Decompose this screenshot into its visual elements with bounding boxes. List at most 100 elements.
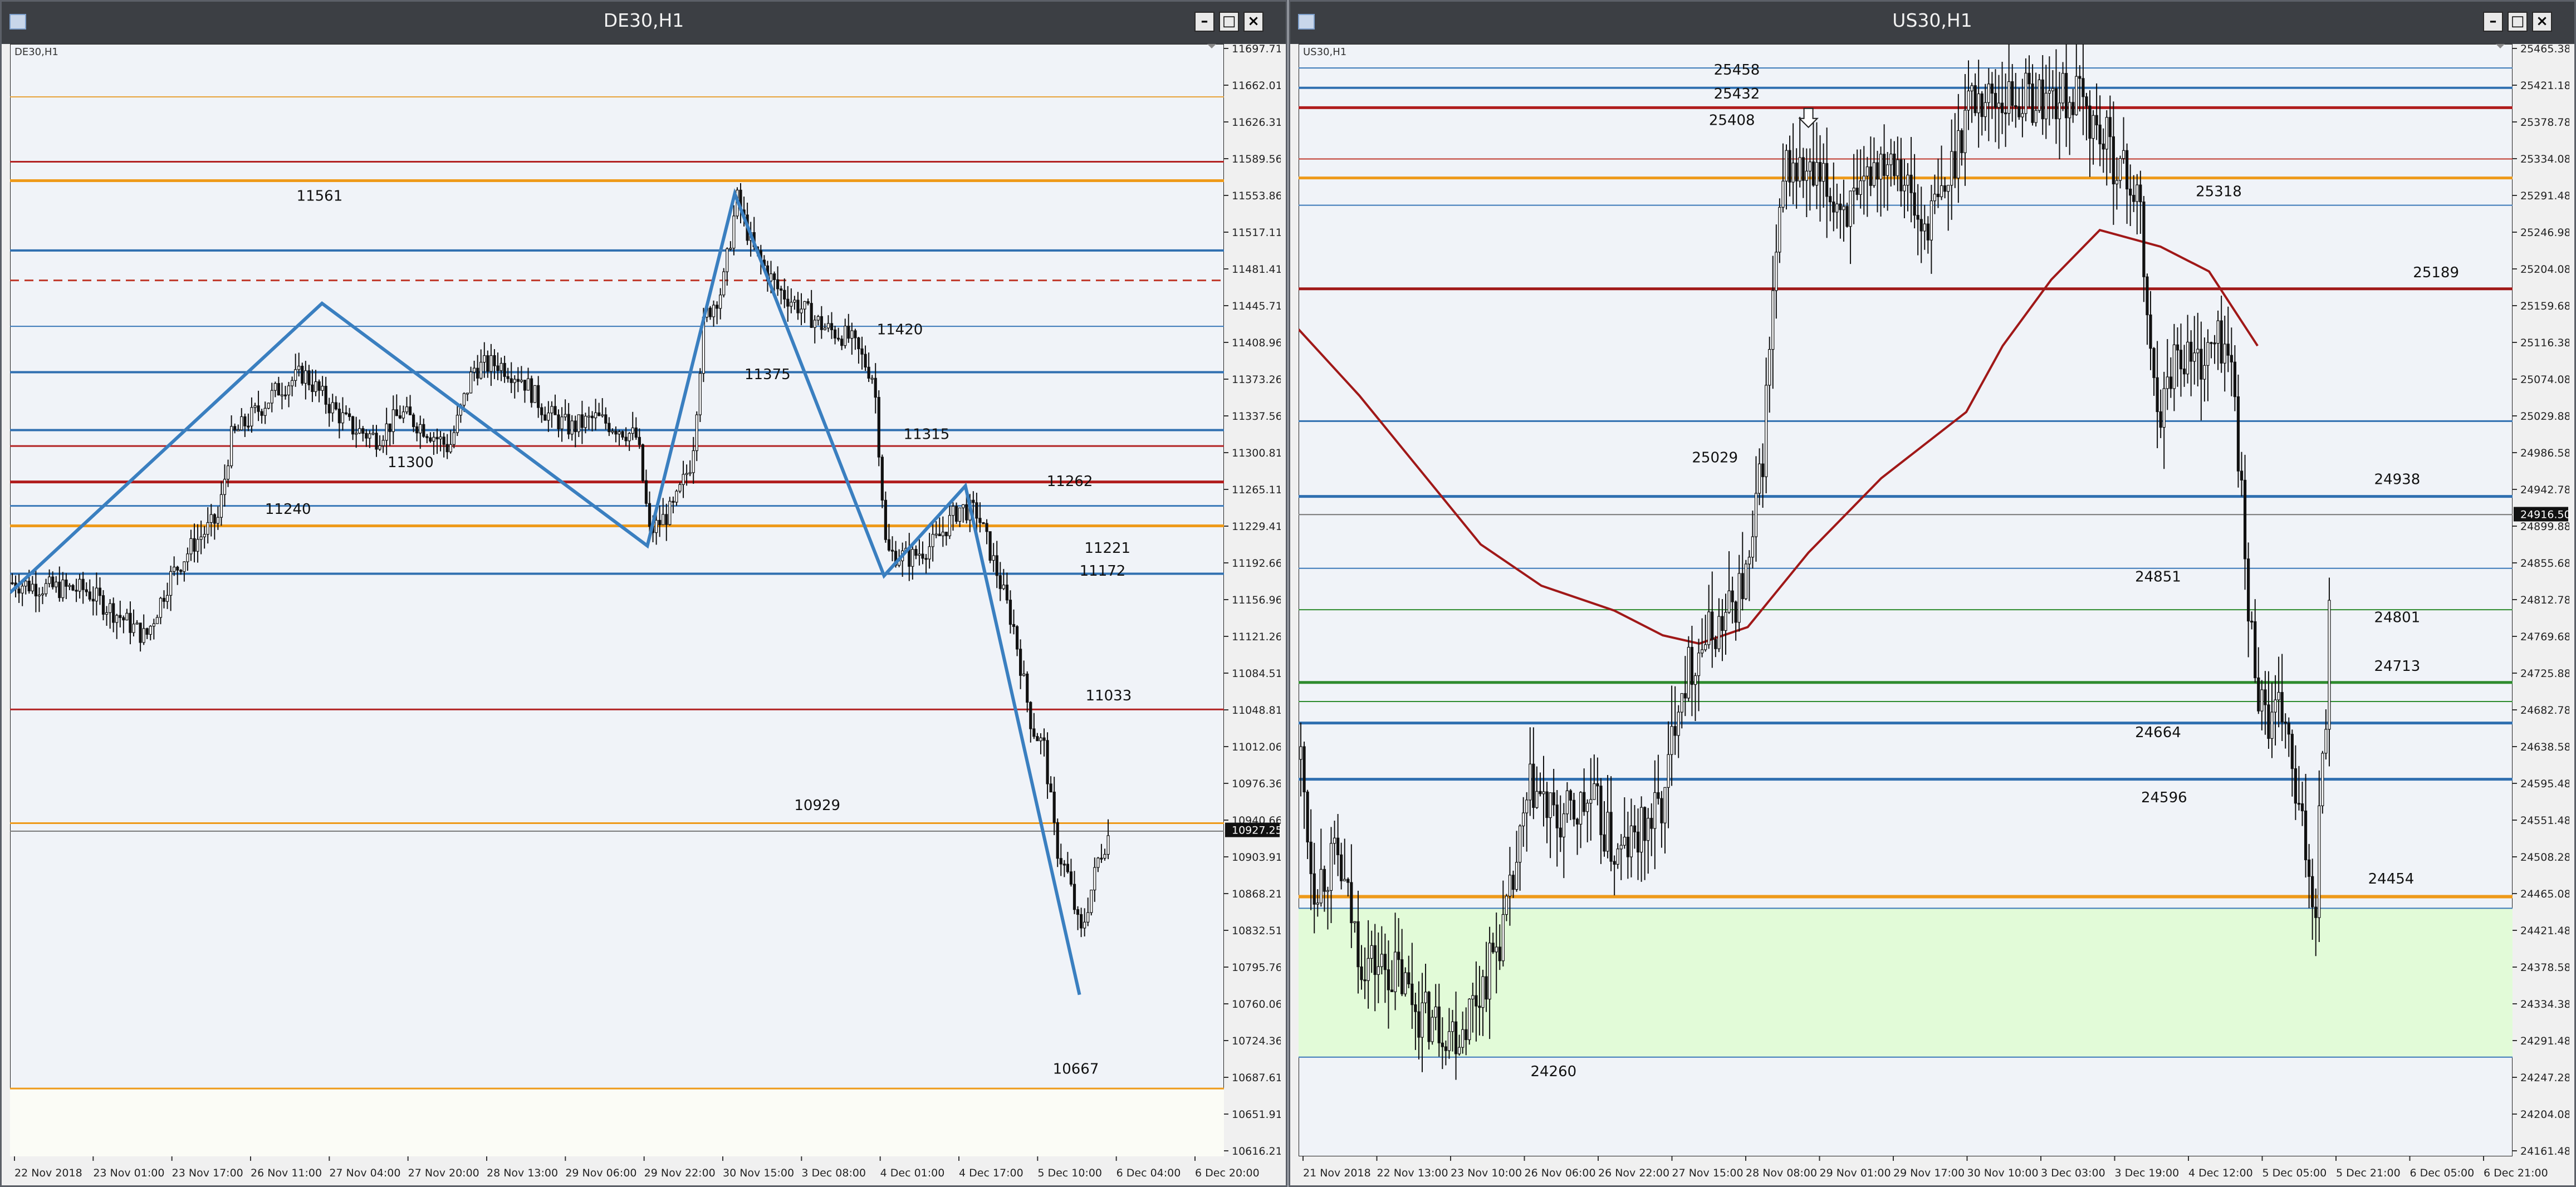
chart-window-us30[interactable]: US30,H1 – □ × US30,H1 25458 25432 25408 2531… <box>1289 0 2576 1187</box>
candle-body <box>1103 854 1106 859</box>
candle-body <box>1072 884 1076 910</box>
candle-body <box>2166 376 2169 389</box>
candle-body <box>2082 78 2085 97</box>
maximize-button[interactable]: □ <box>2508 12 2528 32</box>
candle-body <box>1029 702 1032 729</box>
price-chart-de30[interactable]: DE30,H1 11561 11420 11375 11315 11300 11262 112… <box>10 44 1281 1185</box>
candle-body <box>247 425 250 428</box>
candle-body <box>277 383 280 396</box>
candle-body <box>1693 675 1697 685</box>
time-axis-label: 21 Nov 2018 <box>1303 1167 1371 1179</box>
candle-body <box>1545 791 1549 818</box>
price-axis-label: 25159.68 <box>2520 300 2569 312</box>
candle-body <box>1350 882 1353 924</box>
candle-body <box>1947 185 1950 192</box>
price-axis-label: 24465.08 <box>2520 888 2569 900</box>
price-axis-label: 25378.78 <box>2520 116 2569 129</box>
time-axis-label: 27 Nov 04:00 <box>329 1167 400 1179</box>
close-button[interactable]: × <box>1243 12 1263 32</box>
candle-body <box>2321 753 2324 806</box>
chart-window-de30[interactable]: DE30,H1 – □ × DE30,H1 11561 11420 11375 1131… <box>0 0 1287 1187</box>
candle-body <box>1069 871 1073 885</box>
candle-body <box>1717 616 1721 649</box>
candle-body <box>2014 105 2017 107</box>
candle-body <box>658 519 662 526</box>
level-label: 11561 <box>297 188 343 204</box>
symbol-label: US30,H1 <box>1303 46 1346 58</box>
candle-body <box>1306 791 1309 843</box>
candle-body <box>1865 166 1869 176</box>
candle-body <box>978 518 982 523</box>
minimize-button[interactable]: – <box>1194 12 1214 32</box>
candle-body <box>2172 344 2176 389</box>
candle-body <box>672 501 675 503</box>
time-axis-label: 29 Nov 22:00 <box>644 1167 716 1179</box>
candle-body <box>554 406 557 415</box>
candle-body <box>665 514 668 525</box>
candle-body <box>355 433 358 435</box>
candle-body <box>783 290 786 300</box>
price-axis-label: 10976.36 <box>1232 778 1281 790</box>
candle-body <box>31 583 34 592</box>
price-chart-us30[interactable]: US30,H1 25458 25432 25408 25318 25189 25029 249… <box>1299 44 2569 1185</box>
candle-body <box>1313 873 1316 905</box>
level-label: 24801 <box>2374 609 2421 626</box>
candle-body <box>1737 573 1741 623</box>
candle-body <box>2200 349 2203 380</box>
candle-body <box>287 385 291 396</box>
candle-body <box>712 305 716 317</box>
candle-body <box>1899 159 1903 192</box>
candle-body <box>1791 163 1795 183</box>
price-axis-label: 24725.88 <box>2520 668 2569 680</box>
candle-body <box>995 555 998 576</box>
candle-body <box>523 380 527 391</box>
price-axis-label: 10832.51 <box>1232 925 1281 937</box>
candle-body <box>385 423 388 441</box>
candle-body <box>449 444 452 453</box>
candle-body <box>317 381 321 391</box>
candle-body <box>826 323 830 328</box>
candle-body <box>1022 673 1026 676</box>
candle-body <box>405 406 409 413</box>
candle-body <box>675 491 678 503</box>
candle-body <box>533 385 537 403</box>
window-titlebar[interactable]: DE30,H1 – □ × <box>2 2 1286 44</box>
candle-body <box>129 612 132 633</box>
close-button[interactable]: × <box>2532 12 2552 32</box>
candle-body <box>415 426 419 434</box>
candle-body <box>98 587 102 596</box>
candle-body <box>189 538 193 555</box>
time-axis-label: 6 Dec 20:00 <box>1195 1167 1260 1179</box>
candle-body <box>587 415 591 418</box>
candle-body <box>2092 115 2095 139</box>
candle-body <box>142 628 145 643</box>
candle-body <box>1788 150 1791 183</box>
minimize-button[interactable]: – <box>2483 12 2503 32</box>
candle-body <box>628 433 631 442</box>
candle-body <box>1468 998 1471 1041</box>
maximize-button[interactable]: □ <box>1219 12 1239 32</box>
candle-body <box>2264 689 2267 705</box>
candle-body <box>1957 130 1960 179</box>
level-label: 24713 <box>2374 658 2421 675</box>
price-axis-label: 25334.08 <box>2520 153 2569 165</box>
candle-body <box>334 402 337 410</box>
candle-body <box>267 403 270 409</box>
candle-body <box>2149 314 2152 349</box>
window-titlebar[interactable]: US30,H1 – □ × <box>1290 2 2574 44</box>
time-axis-label: 5 Dec 21:00 <box>2336 1167 2401 1179</box>
candle-body <box>1623 836 1626 846</box>
candle-body <box>1829 196 1832 203</box>
candle-body <box>1609 812 1613 862</box>
candle-body <box>1529 763 1532 801</box>
candle-body <box>1785 150 1788 182</box>
price-axis-label: 24899.88 <box>2520 521 2569 533</box>
candle-body <box>1852 188 1855 192</box>
level-label: 11300 <box>388 454 434 471</box>
candle-body <box>1963 110 1967 153</box>
candle-body <box>580 414 584 428</box>
candle-body <box>1461 1029 1465 1048</box>
candle-body <box>1539 791 1542 794</box>
candle-body <box>2034 110 2038 123</box>
candle-body <box>1491 943 1495 953</box>
